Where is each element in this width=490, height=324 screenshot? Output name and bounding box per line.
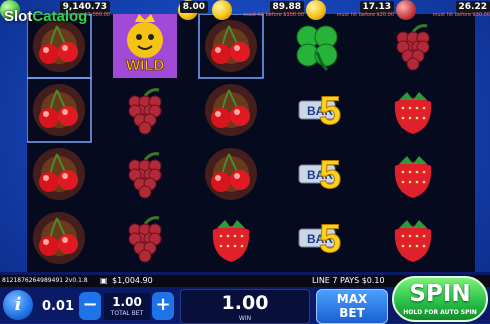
reel-symbol-wild: WILD bbox=[113, 14, 177, 78]
reel-symbol-cherry bbox=[26, 77, 92, 143]
increase-bet-button[interactable]: + bbox=[152, 292, 174, 320]
max-bet-label-1: MAX bbox=[336, 292, 368, 306]
spin-sublabel: HOLD FOR AUTO SPIN bbox=[403, 309, 477, 316]
reel-symbol-bar5: BAR5 bbox=[298, 217, 342, 262]
reel-symbol-cherry bbox=[33, 148, 85, 200]
site-logo: SlotCatalog bbox=[4, 8, 87, 25]
decrease-bet-button[interactable]: − bbox=[79, 292, 101, 320]
jackpot-coin-icon bbox=[396, 0, 416, 20]
total-bet-value: 1.00 bbox=[112, 295, 142, 309]
minus-icon: − bbox=[82, 294, 98, 315]
coin-value[interactable]: 0.01 bbox=[40, 295, 76, 319]
jackpot-note: must hit before $100.00 bbox=[243, 12, 304, 18]
spin-label: SPIN bbox=[409, 281, 471, 307]
reel-symbol-bar5: BAR5 bbox=[298, 89, 342, 134]
jackpot-2: 8.00 bbox=[118, 0, 208, 20]
reel-symbol-grapes bbox=[128, 216, 162, 263]
jackpot-note: must hit before $20.00 bbox=[336, 12, 394, 18]
reel-symbol-cherry bbox=[33, 212, 85, 264]
logo-prefix: Slot bbox=[4, 8, 33, 25]
plus-icon: + bbox=[155, 294, 171, 315]
win-box: 1.00 WIN bbox=[180, 289, 310, 324]
reels-area: WILD BAR 5 BAR 5 BAR 5 bbox=[26, 13, 475, 272]
reel-symbol-strawberry bbox=[212, 220, 250, 262]
jackpot-coin-icon bbox=[306, 0, 326, 20]
wild-label: WILD bbox=[126, 57, 164, 74]
reel-symbol-strawberry bbox=[394, 92, 432, 134]
win-label: WIN bbox=[238, 315, 252, 322]
reel-symbol-grapes bbox=[396, 24, 430, 71]
max-bet-button[interactable]: MAX BET bbox=[316, 289, 388, 324]
reel-symbol-cherry bbox=[205, 148, 257, 200]
jackpot-3: 89.88 must hit before $100.00 bbox=[212, 0, 304, 20]
five-label: 5 bbox=[319, 89, 341, 133]
reel-symbol-clover bbox=[296, 25, 338, 72]
jackpot-5: 26.22 must hit before $30.00 bbox=[396, 0, 490, 20]
jackpot-coin-icon bbox=[212, 0, 232, 20]
jackpot-note: must hit before $30.00 bbox=[432, 12, 490, 18]
reel-symbol-strawberry bbox=[394, 220, 432, 262]
reel-symbol-bar5: BAR5 bbox=[298, 153, 342, 198]
total-bet-label: TOTAL BET bbox=[110, 310, 144, 317]
five-label: 5 bbox=[319, 217, 341, 261]
spin-button[interactable]: SPIN HOLD FOR AUTO SPIN bbox=[392, 276, 488, 322]
max-bet-label-2: BET bbox=[339, 306, 365, 320]
reel-symbol-grapes bbox=[128, 88, 162, 135]
win-value: 1.00 bbox=[221, 292, 269, 314]
reel-symbol-grapes bbox=[128, 152, 162, 199]
wallet-icon: ▣ bbox=[100, 276, 108, 285]
jackpot-4: 17.13 must hit before $20.00 bbox=[306, 0, 394, 20]
reel-symbol-cherry bbox=[205, 84, 257, 136]
reel-symbol-cherry bbox=[198, 13, 264, 79]
five-label: 5 bbox=[319, 153, 341, 197]
balance-value: $1,004.90 bbox=[112, 276, 153, 285]
reels-grid: WILD BAR5 BAR5 BAR5 bbox=[26, 13, 432, 264]
total-bet-box: 1.00 TOTAL BET bbox=[104, 293, 150, 320]
info-icon: i bbox=[14, 294, 22, 315]
jackpot-value: 8.00 bbox=[179, 1, 208, 13]
info-button[interactable]: i bbox=[3, 290, 33, 320]
game-id: 8121876264989491 2v0.1.8 bbox=[2, 277, 88, 284]
win-line-text: LINE 7 PAYS $0.10 bbox=[312, 276, 385, 285]
reel-symbol-strawberry bbox=[394, 156, 432, 198]
logo-suffix: Catalog bbox=[32, 8, 88, 25]
